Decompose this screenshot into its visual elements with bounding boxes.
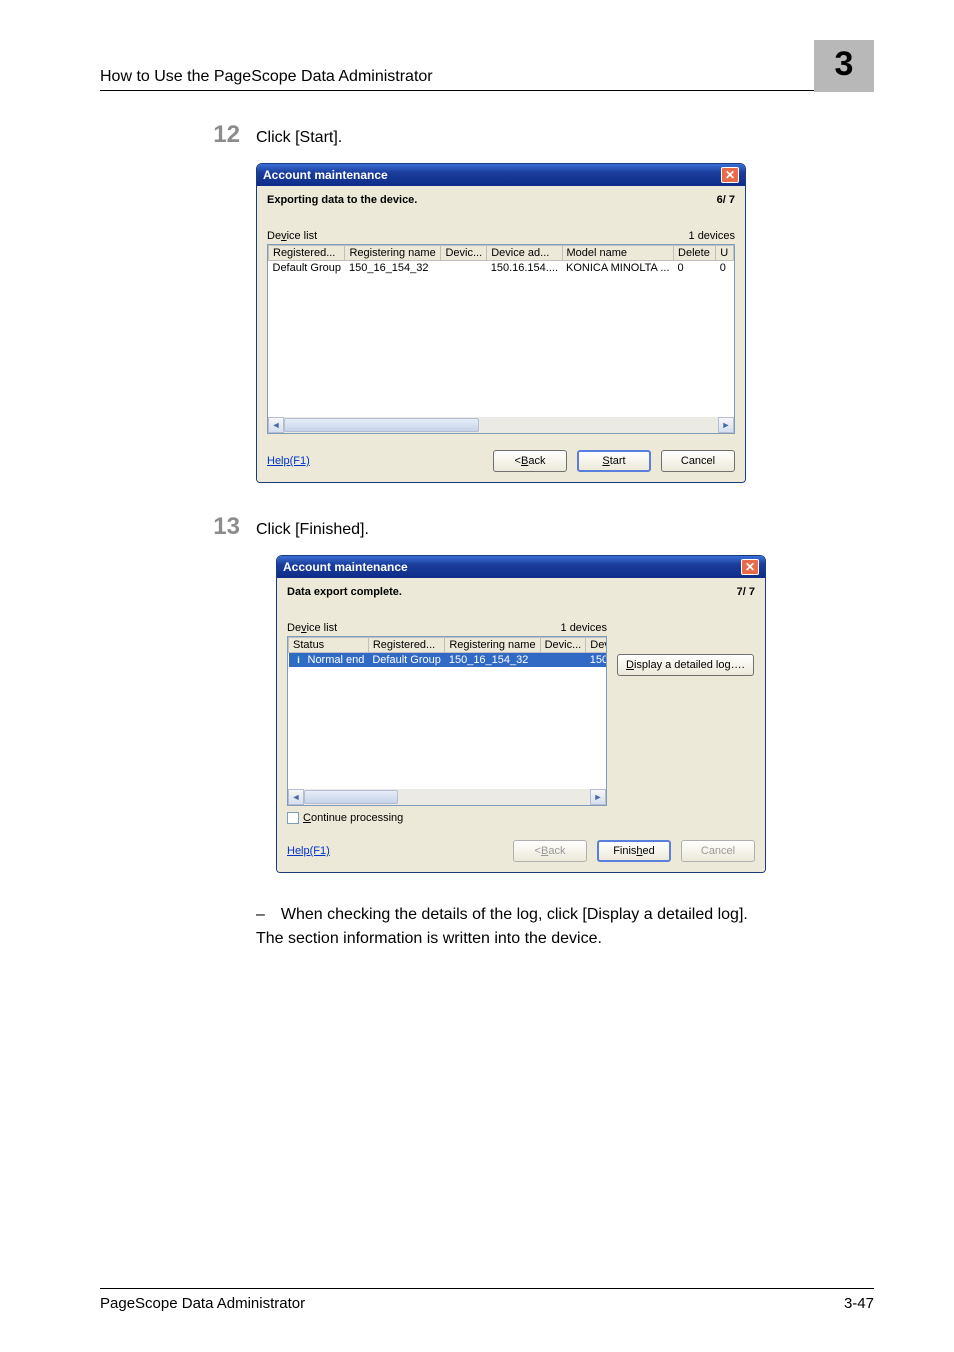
scroll-left-icon[interactable]: ◄ — [288, 789, 304, 805]
table-header-row: Registered... Registering name Devic... … — [269, 246, 734, 261]
col-registered[interactable]: Registered... — [269, 246, 345, 261]
export-status: Exporting data to the device. — [267, 194, 417, 206]
col-delete[interactable]: Delete — [674, 246, 716, 261]
col-model-name[interactable]: Model name — [562, 246, 674, 261]
pager: 7/ 7 — [737, 586, 755, 598]
dash: – — [256, 903, 265, 927]
dialog-title: Account maintenance — [263, 168, 388, 182]
device-table: Status Registered... Registering name De… — [288, 637, 607, 667]
col-registered[interactable]: Registered... — [368, 638, 444, 653]
back-button[interactable]: <Back — [493, 450, 567, 472]
cell — [540, 653, 586, 668]
cell: 150.16.154.... — [487, 261, 562, 276]
step-13-text: Click [Finished]. — [256, 521, 369, 539]
cell: 0 — [716, 261, 734, 276]
device-table-wrap: Status Registered... Registering name De… — [287, 636, 607, 806]
col-device-ad[interactable]: Device ad.. — [586, 638, 607, 653]
step-12-block: 12 Click [Start]. Account maintenance ✕ … — [200, 121, 874, 483]
cell: 150_16_154_32 — [345, 261, 441, 276]
table-row[interactable]: iNormal end Default Group 150_16_154_32 … — [289, 653, 608, 668]
device-table: Registered... Registering name Devic... … — [268, 245, 734, 295]
table-header-row: Status Registered... Registering name De… — [289, 638, 608, 653]
cell: 150_16_154_32 — [445, 653, 540, 668]
col-devic[interactable]: Devic... — [441, 246, 487, 261]
device-list-label: Device list — [287, 622, 337, 634]
checkbox-icon[interactable] — [287, 812, 299, 824]
chapter-badge: 3 — [814, 40, 874, 86]
cancel-button[interactable]: Cancel — [661, 450, 735, 472]
continue-processing-row[interactable]: Continue processing — [287, 812, 755, 824]
footer-right: 3-47 — [844, 1295, 874, 1312]
help-link[interactable]: Help(F1) — [287, 845, 330, 857]
page-footer: PageScope Data Administrator 3-47 — [100, 1288, 874, 1312]
start-button[interactable]: Start — [577, 450, 651, 472]
close-icon[interactable]: ✕ — [741, 559, 759, 575]
col-registering-name[interactable]: Registering name — [345, 246, 441, 261]
device-count: 1 devices — [561, 622, 607, 634]
col-registering-name[interactable]: Registering name — [445, 638, 540, 653]
close-icon[interactable]: ✕ — [721, 167, 739, 183]
footer-left: PageScope Data Administrator — [100, 1295, 305, 1312]
cell: Default Group — [368, 653, 444, 668]
cancel-button: Cancel — [681, 840, 755, 862]
header-title: How to Use the PageScope Data Administra… — [100, 68, 433, 86]
scroll-right-icon[interactable]: ► — [590, 789, 606, 805]
device-count: 1 devices — [689, 230, 735, 242]
step-13-block: 13 Click [Finished]. Account maintenance… — [200, 513, 874, 873]
dialog-exporting: Account maintenance ✕ Exporting data to … — [256, 163, 746, 483]
continue-processing-label: Continue processing — [303, 812, 403, 824]
col-devic[interactable]: Devic... — [540, 638, 586, 653]
cell-status: iNormal end — [289, 653, 369, 668]
notes: – When checking the details of the log, … — [256, 903, 874, 951]
cell: KONICA MINOLTA ... — [562, 261, 674, 276]
step-13-number: 13 — [200, 513, 240, 541]
col-device-ad[interactable]: Device ad... — [487, 246, 562, 261]
export-status: Data export complete. — [287, 586, 402, 598]
dialog-complete: Account maintenance ✕ Data export comple… — [276, 555, 766, 873]
step-12-text: Click [Start]. — [256, 129, 342, 147]
titlebar: Account maintenance ✕ — [277, 556, 765, 578]
col-status[interactable]: Status — [289, 638, 369, 653]
step-12-number: 12 — [200, 121, 240, 149]
pager: 6/ 7 — [717, 194, 735, 206]
chapter-number: 3 — [835, 45, 854, 84]
page-header: How to Use the PageScope Data Administra… — [100, 40, 874, 91]
device-list-label: Device list — [267, 230, 317, 242]
scroll-right-icon[interactable]: ► — [718, 417, 734, 433]
horizontal-scrollbar[interactable]: ◄ ► — [288, 789, 606, 805]
cell: Default Group — [269, 261, 345, 276]
dialog-title: Account maintenance — [283, 560, 408, 574]
finished-button[interactable]: Finished — [597, 840, 671, 862]
note-line-2: The section information is written into … — [256, 927, 874, 951]
device-table-wrap: Registered... Registering name Devic... … — [267, 244, 735, 434]
horizontal-scrollbar[interactable]: ◄ ► — [268, 417, 734, 433]
col-u[interactable]: U — [716, 246, 734, 261]
table-row[interactable]: Default Group 150_16_154_32 150.16.154..… — [269, 261, 734, 276]
cell — [441, 261, 487, 276]
note-line-1: When checking the details of the log, cl… — [281, 903, 748, 927]
help-link[interactable]: Help(F1) — [267, 455, 310, 467]
scroll-left-icon[interactable]: ◄ — [268, 417, 284, 433]
cell: 0 — [674, 261, 716, 276]
back-button: <Back — [513, 840, 587, 862]
info-icon: i — [293, 654, 305, 666]
display-detailed-log-button[interactable]: Display a detailed log…. — [617, 654, 754, 676]
cell: 150.16.154 — [586, 653, 607, 668]
titlebar: Account maintenance ✕ — [257, 164, 745, 186]
